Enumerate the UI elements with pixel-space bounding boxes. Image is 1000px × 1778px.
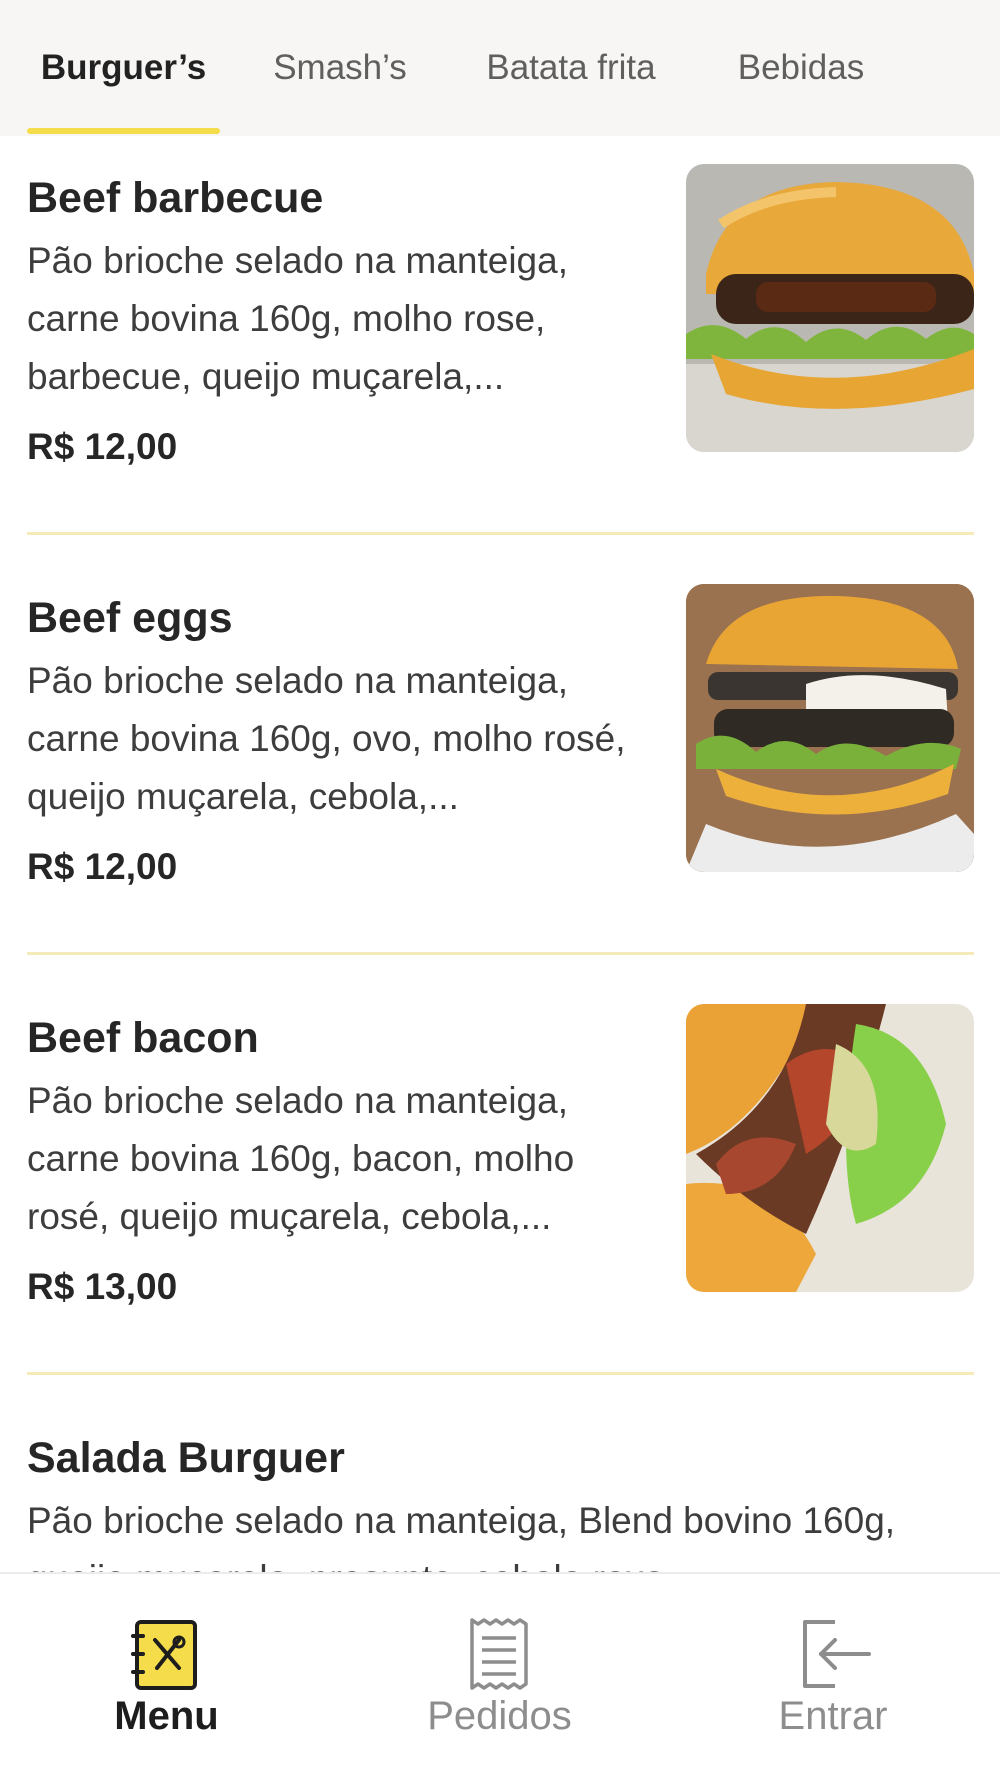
- app-root: Burguer’s Smash’s Batata frita Bebidas B…: [0, 0, 1000, 1778]
- list-divider: [27, 532, 974, 535]
- active-tab-indicator: [27, 128, 220, 134]
- tab-batata-frita[interactable]: Batata frita: [470, 0, 672, 136]
- nav-label: Pedidos: [427, 1694, 572, 1738]
- tab-label: Smash’s: [273, 48, 407, 87]
- nav-entrar[interactable]: Entrar: [666, 1574, 1000, 1778]
- product-name: Beef eggs: [27, 594, 233, 642]
- product-list[interactable]: Beef barbecue Pão brioche selado na mant…: [0, 136, 1000, 1572]
- nav-menu[interactable]: Menu: [0, 1574, 333, 1778]
- bottom-navigation: Menu Pedidos Entrar: [0, 1572, 1000, 1778]
- list-divider: [27, 1372, 974, 1375]
- nav-pedidos[interactable]: Pedidos: [333, 1574, 666, 1778]
- tab-burguers[interactable]: Burguer’s: [27, 0, 220, 136]
- product-description: Pão brioche selado na manteiga, carne bo…: [27, 660, 626, 817]
- product-name: Salada Burguer: [27, 1434, 345, 1482]
- product-description: Pão brioche selado na manteiga, carne bo…: [27, 240, 568, 397]
- category-tab-bar: Burguer’s Smash’s Batata frita Bebidas: [0, 0, 1000, 136]
- list-divider: [27, 952, 974, 955]
- tab-label: Burguer’s: [40, 48, 207, 87]
- product-item-salada-burguer[interactable]: Salada Burguer Pão brioche selado na man…: [0, 1396, 1000, 1572]
- login-icon: [803, 1620, 871, 1688]
- product-name: Beef barbecue: [27, 174, 324, 222]
- tab-label: Bebidas: [737, 48, 865, 87]
- product-item-beef-bacon[interactable]: Beef bacon Pão brioche selado na manteig…: [0, 976, 1000, 1396]
- product-description: Pão brioche selado na manteiga, carne bo…: [27, 1080, 575, 1237]
- product-photo[interactable]: [686, 164, 974, 452]
- menu-book-icon: [130, 1620, 197, 1690]
- nav-label: Menu: [114, 1694, 219, 1738]
- tab-bebidas[interactable]: Bebidas: [723, 0, 879, 136]
- product-description: Pão brioche selado na manteiga, Blend bo…: [27, 1500, 896, 1572]
- product-price: R$ 12,00: [27, 426, 178, 467]
- tab-smashs[interactable]: Smash’s: [258, 0, 422, 136]
- tab-label: Batata frita: [486, 48, 656, 87]
- receipt-icon: [469, 1618, 528, 1690]
- nav-label: Entrar: [778, 1694, 888, 1738]
- product-photo[interactable]: [686, 584, 974, 872]
- product-price: R$ 12,00: [27, 846, 178, 887]
- product-name: Beef bacon: [27, 1014, 259, 1062]
- product-price: R$ 13,00: [27, 1266, 178, 1307]
- product-item-beef-barbecue[interactable]: Beef barbecue Pão brioche selado na mant…: [0, 136, 1000, 556]
- product-item-beef-eggs[interactable]: Beef eggs Pão brioche selado na manteiga…: [0, 556, 1000, 976]
- product-photo[interactable]: [686, 1004, 974, 1292]
